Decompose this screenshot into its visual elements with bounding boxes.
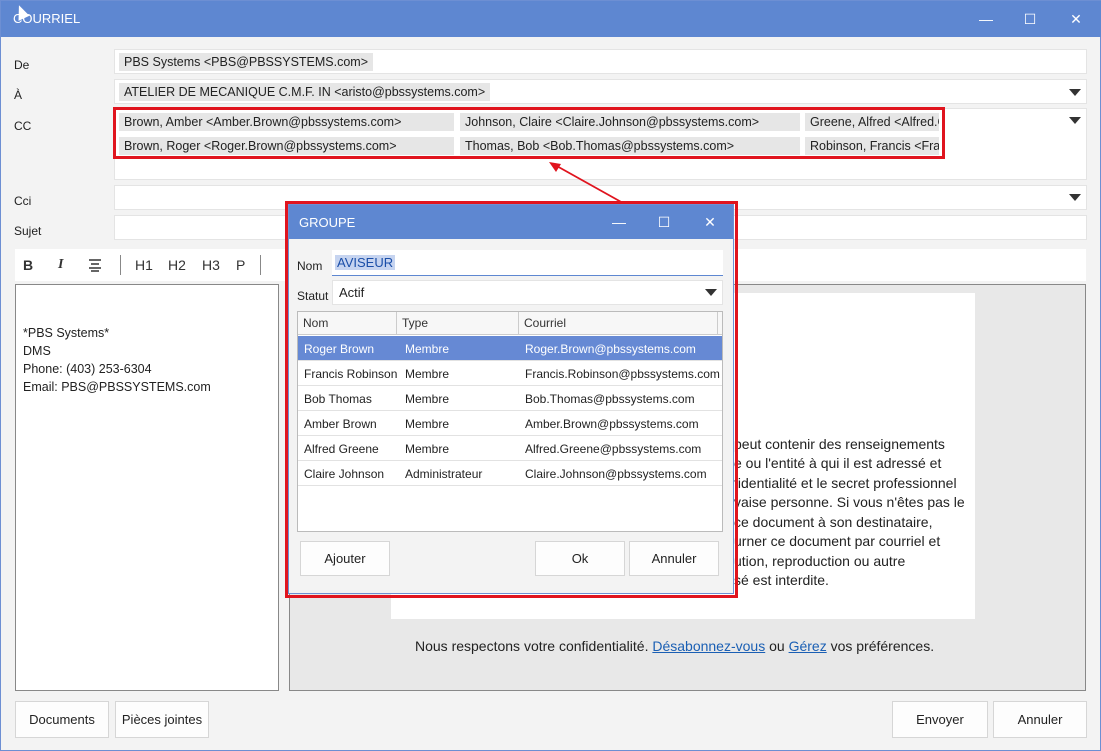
to-field[interactable]: ATELIER DE MECANIQUE C.M.F. IN <aristo@p… xyxy=(114,79,1087,104)
signature-line: Phone: (403) 253-6304 xyxy=(23,362,152,376)
attachments-button[interactable]: Pièces jointes xyxy=(115,701,209,738)
toolbar-divider xyxy=(260,255,261,275)
footer-text: vos préférences. xyxy=(826,638,935,654)
footer-text: Nous respectons votre confidentialité. xyxy=(415,638,653,654)
bcc-label: Cci xyxy=(14,194,32,208)
body-text-line: vaise personne. Si vous n'êtes pas le xyxy=(734,494,965,510)
title-bar: COURRIEL — ☐ ✕ xyxy=(1,1,1101,37)
cc-highlight-box xyxy=(113,107,945,159)
h2-button[interactable]: H2 xyxy=(168,257,186,273)
unsubscribe-link[interactable]: Désabonnez-vous xyxy=(652,638,765,654)
to-chip: ATELIER DE MECANIQUE C.M.F. IN <aristo@p… xyxy=(119,83,491,101)
h3-button[interactable]: H3 xyxy=(202,257,220,273)
body-text-line: urner ce document par courriel et xyxy=(734,533,941,549)
body-text-line: sé est interdite. xyxy=(734,572,829,588)
subject-label: Sujet xyxy=(14,224,42,238)
body-text-line: ution, reproduction ou autre xyxy=(734,553,906,569)
bcc-dropdown-chevron-icon[interactable] xyxy=(1069,194,1081,201)
body-text-line: ce document à son destinataire, xyxy=(734,514,933,530)
body-text-line: peut contenir des renseignements xyxy=(734,436,945,452)
privacy-footer: Nous respectons votre confidentialité. D… xyxy=(415,638,934,654)
maximize-button[interactable]: ☐ xyxy=(1007,1,1053,37)
from-chip: PBS Systems <PBS@PBSSYSTEMS.com> xyxy=(119,53,374,71)
to-label: À xyxy=(14,88,23,102)
signature-line: DMS xyxy=(23,344,51,358)
close-button[interactable]: ✕ xyxy=(1053,1,1099,37)
h1-button[interactable]: H1 xyxy=(135,257,153,273)
email-window: COURRIEL — ☐ ✕ De PBS Systems <PBS@PBSSY… xyxy=(0,0,1101,751)
annotation-arrow xyxy=(549,162,624,204)
signature-editor[interactable]: *PBS Systems* DMS Phone: (403) 253-6304 … xyxy=(15,284,279,691)
from-field[interactable]: PBS Systems <PBS@PBSSYSTEMS.com> xyxy=(114,49,1087,74)
dialog-highlight-box xyxy=(285,201,738,598)
align-center-icon[interactable] xyxy=(88,258,102,275)
signature-line: *PBS Systems* xyxy=(23,326,110,340)
toolbar-divider xyxy=(120,255,121,275)
manage-preferences-link[interactable]: Gérez xyxy=(789,638,827,654)
minimize-button[interactable]: — xyxy=(963,1,1009,37)
to-dropdown-chevron-icon[interactable] xyxy=(1069,89,1081,96)
cc-dropdown-chevron-icon[interactable] xyxy=(1069,117,1081,124)
footer-text: ou xyxy=(765,638,789,654)
bold-button[interactable]: B xyxy=(23,257,33,273)
cc-label: CC xyxy=(14,119,32,133)
cancel-button[interactable]: Annuler xyxy=(993,701,1087,738)
italic-button[interactable]: I xyxy=(58,257,63,273)
from-label: De xyxy=(14,58,30,72)
signature-line: Email: PBS@PBSSYSTEMS.com xyxy=(23,380,211,394)
send-button[interactable]: Envoyer xyxy=(892,701,988,738)
body-text-line: e ou l'entité à qui il est adressé et xyxy=(734,455,942,471)
body-text-line: fidentialité et le secret professionnel xyxy=(734,475,957,491)
documents-button[interactable]: Documents xyxy=(15,701,109,738)
paragraph-button[interactable]: P xyxy=(236,257,245,273)
